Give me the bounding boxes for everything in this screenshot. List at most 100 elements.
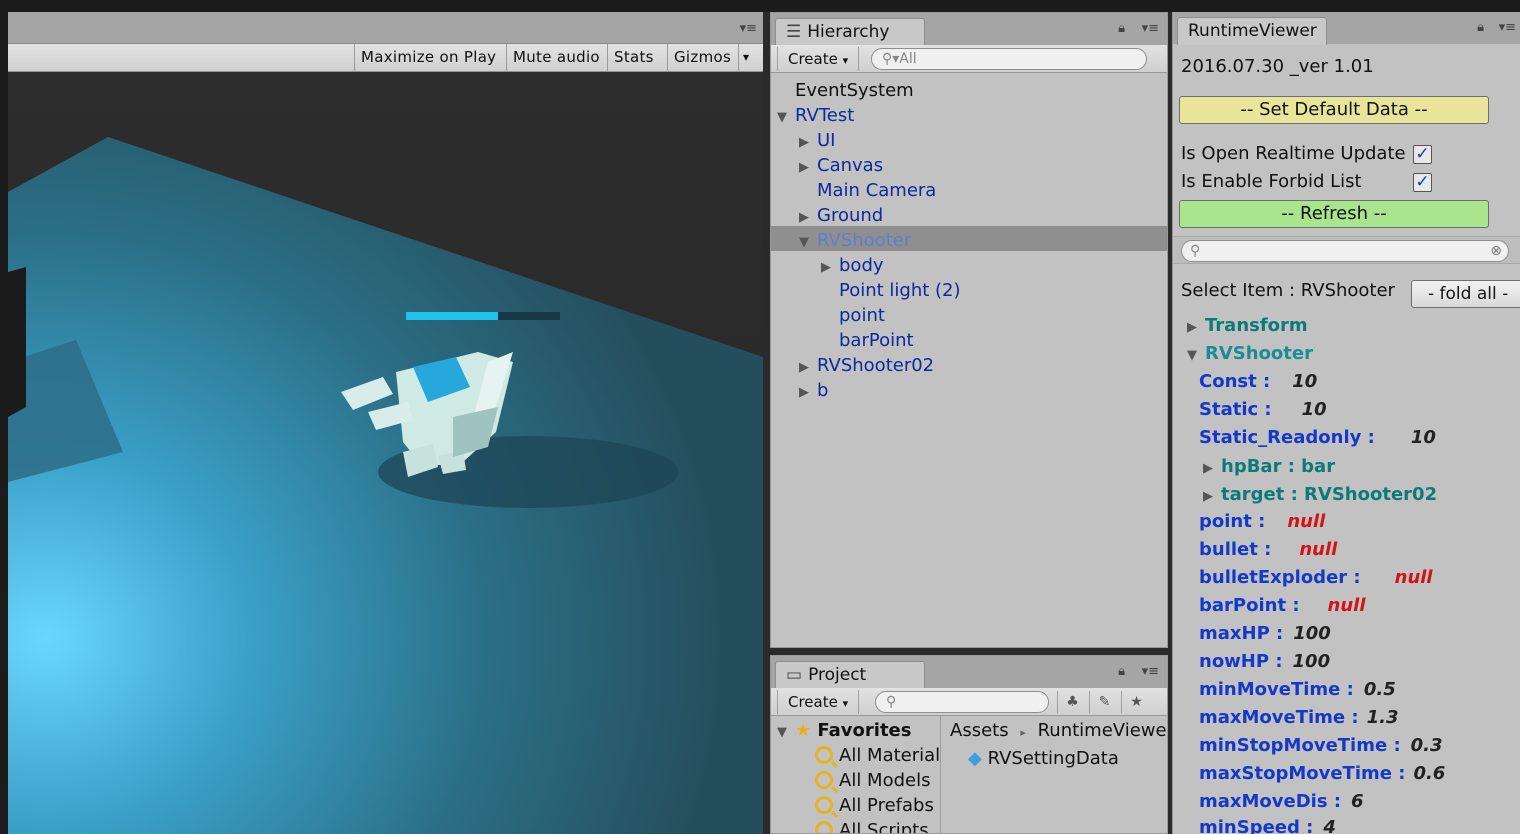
rv-field-name: barPoint : xyxy=(1199,595,1300,616)
rv-field-name: minStopMoveTime : xyxy=(1199,735,1401,756)
transform-foldout[interactable]: ▶ Transform xyxy=(1187,312,1308,340)
open-realtime-label: Is Open Realtime Update xyxy=(1181,143,1406,164)
game-viewport[interactable] xyxy=(8,72,763,834)
rv-field-row: minSpeed : 4 xyxy=(1199,814,1336,834)
tree-item-ui[interactable]: ▶ UI xyxy=(799,128,835,153)
tab-runtimeviewer[interactable]: RuntimeViewer xyxy=(1177,17,1327,45)
rv-field-name: target : RVShooter02 xyxy=(1221,484,1438,505)
gizmos-button[interactable]: Gizmos xyxy=(667,44,737,71)
tree-item-rvshooter[interactable]: ▼ RVShooter xyxy=(799,228,911,253)
lock-icon[interactable]: 🔒︎ xyxy=(1477,20,1484,35)
fold-all-button[interactable]: - fold all - xyxy=(1411,280,1520,308)
tree-item-canvas[interactable]: ▶ Canvas xyxy=(799,153,883,178)
rv-search-input[interactable]: ⚲ ⊗ xyxy=(1181,240,1509,262)
favorite-star-icon[interactable]: ★ xyxy=(1121,691,1151,713)
refresh-button[interactable]: -- Refresh -- xyxy=(1179,200,1489,228)
expanded-arrow-icon[interactable]: ▼ xyxy=(1187,342,1205,370)
rv-field-row: maxMoveTime : 1.3 xyxy=(1199,704,1399,732)
game-view-panel: ▾≡ Maximize on Play Mute audio Stats Giz… xyxy=(8,12,763,834)
tree-item-main-camera[interactable]: Main Camera xyxy=(817,178,936,203)
version-label: 2016.07.30 _ver 1.01 xyxy=(1181,56,1374,77)
expanded-arrow-icon[interactable]: ▼ xyxy=(799,230,817,255)
set-default-data-button[interactable]: -- Set Default Data -- xyxy=(1179,96,1489,124)
panel-menu-icon[interactable]: ▾≡ xyxy=(1142,21,1159,36)
rv-field-value: null xyxy=(1394,567,1433,588)
tab-project-label: Project xyxy=(808,665,867,685)
rv-field-name: nowHP : xyxy=(1199,651,1283,672)
breadcrumb-runtimeviewer[interactable]: RuntimeViewer xyxy=(1038,720,1167,741)
panel-menu-icon[interactable]: ▾≡ xyxy=(1499,20,1516,35)
rv-field-row: bullet : null xyxy=(1199,536,1337,564)
tree-item-point-light[interactable]: Point light (2) xyxy=(839,278,961,303)
mute-audio-button[interactable]: Mute audio xyxy=(506,44,606,71)
create-label: Create xyxy=(788,693,838,711)
asset-item[interactable]: ◆ RVSettingData xyxy=(968,746,1119,771)
enable-forbid-checkbox[interactable]: ✓ xyxy=(1413,173,1432,192)
project-tabbar: ▭ Project 🔒︎ ▾≡ xyxy=(771,656,1167,689)
maximize-on-play-button[interactable]: Maximize on Play xyxy=(354,44,502,71)
collapsed-arrow-icon[interactable]: ▶ xyxy=(799,155,817,180)
rv-field-name: maxMoveDis : xyxy=(1199,791,1342,812)
rv-field-value: 4 xyxy=(1323,817,1336,834)
panel-menu-icon[interactable]: ▾≡ xyxy=(1142,664,1159,679)
hierarchy-create-button[interactable]: Create ▾ xyxy=(777,47,860,71)
clear-search-icon[interactable]: ⊗ xyxy=(1490,241,1502,261)
rv-field-name: minMoveTime : xyxy=(1199,679,1354,700)
expanded-arrow-icon[interactable]: ▼ xyxy=(777,105,795,130)
favorite-item[interactable]: All Material xyxy=(815,743,940,768)
project-panel: ▭ Project 🔒︎ ▾≡ Create ▾ ⚲ ♣ ✎ ★ ▼ ★ Favor… xyxy=(770,655,1168,834)
scriptable-object-icon: ◆ xyxy=(968,748,982,769)
collapsed-arrow-icon[interactable]: ▶ xyxy=(1187,314,1205,342)
lock-icon[interactable]: 🔒︎ xyxy=(1118,664,1125,679)
favorite-item[interactable]: All Prefabs xyxy=(815,793,934,818)
collapsed-arrow-icon[interactable]: ▶ xyxy=(799,380,817,405)
collapsed-arrow-icon[interactable]: ▶ xyxy=(799,205,817,230)
rvshooter-foldout[interactable]: ▼ RVShooter xyxy=(1187,340,1313,368)
tree-item-eventsystem[interactable]: EventSystem xyxy=(795,78,914,103)
favorites-header[interactable]: ▼ ★ Favorites xyxy=(777,718,911,743)
tree-item-body[interactable]: ▶ body xyxy=(821,253,884,278)
favorite-item[interactable]: All Scripts xyxy=(815,818,929,833)
rv-field-name: maxMoveTime : xyxy=(1199,707,1359,728)
rv-field-name: bullet : xyxy=(1199,539,1272,560)
rv-field-value: null xyxy=(1327,595,1366,616)
tree-item-ground[interactable]: ▶ Ground xyxy=(799,203,883,228)
rv-field-value: null xyxy=(1299,539,1338,560)
rv-field-value: 1.3 xyxy=(1366,707,1399,728)
project-search-input[interactable]: ⚲ xyxy=(875,691,1049,713)
tab-project[interactable]: ▭ Project xyxy=(775,661,925,689)
gizmos-dropdown-icon[interactable]: ▾ xyxy=(738,44,753,71)
open-realtime-checkbox[interactable]: ✓ xyxy=(1413,145,1432,164)
rv-field-row[interactable]: ▶ hpBar : bar xyxy=(1203,453,1335,481)
lock-icon[interactable]: 🔒︎ xyxy=(1118,21,1125,36)
tree-item-b[interactable]: ▶ b xyxy=(799,378,828,403)
rv-field-row[interactable]: ▶ target : RVShooter02 xyxy=(1203,481,1437,509)
filter-by-label-icon[interactable]: ✎ xyxy=(1089,691,1119,713)
breadcrumb-separator-icon: ▸ xyxy=(1020,726,1026,739)
tree-item-rvshooter02[interactable]: ▶ RVShooter02 xyxy=(799,353,934,378)
panel-menu-icon[interactable]: ▾≡ xyxy=(740,21,757,36)
stats-button[interactable]: Stats xyxy=(607,44,660,71)
favorite-item[interactable]: All Models xyxy=(815,768,930,793)
tree-item-point[interactable]: point xyxy=(839,303,885,328)
rv-field-row: Static : 10 xyxy=(1199,396,1327,424)
filter-by-type-icon[interactable]: ♣ xyxy=(1057,691,1087,713)
rv-field-row: minMoveTime : 0.5 xyxy=(1199,676,1396,704)
tab-hierarchy[interactable]: ☰ Hierarchy xyxy=(775,18,925,46)
collapsed-arrow-icon[interactable]: ▶ xyxy=(821,255,839,280)
expanded-arrow-icon[interactable]: ▼ xyxy=(777,720,795,745)
hierarchy-search-input[interactable]: ⚲▾All xyxy=(871,48,1147,70)
tree-item-barpoint[interactable]: barPoint xyxy=(839,328,914,353)
tree-item-rvtest[interactable]: ▼ RVTest xyxy=(777,103,854,128)
collapsed-arrow-icon[interactable]: ▶ xyxy=(799,130,817,155)
collapsed-arrow-icon[interactable]: ▶ xyxy=(799,355,817,380)
breadcrumb-assets[interactable]: Assets xyxy=(950,720,1009,741)
collapsed-arrow-icon[interactable]: ▶ xyxy=(1203,455,1221,483)
project-toolbar: Create ▾ ⚲ ♣ ✎ ★ xyxy=(771,688,1167,716)
runtime-viewer-panel: RuntimeViewer 🔒︎ ▾≡ 2016.07.30 _ver 1.01… xyxy=(1172,12,1520,834)
tab-hierarchy-label: Hierarchy xyxy=(807,22,890,42)
collapsed-arrow-icon[interactable]: ▶ xyxy=(1203,483,1221,511)
project-create-button[interactable]: Create ▾ xyxy=(777,690,860,714)
rv-field-value: 10 xyxy=(1301,399,1327,420)
hierarchy-toolbar: Create ▾ ⚲▾All xyxy=(771,45,1167,73)
